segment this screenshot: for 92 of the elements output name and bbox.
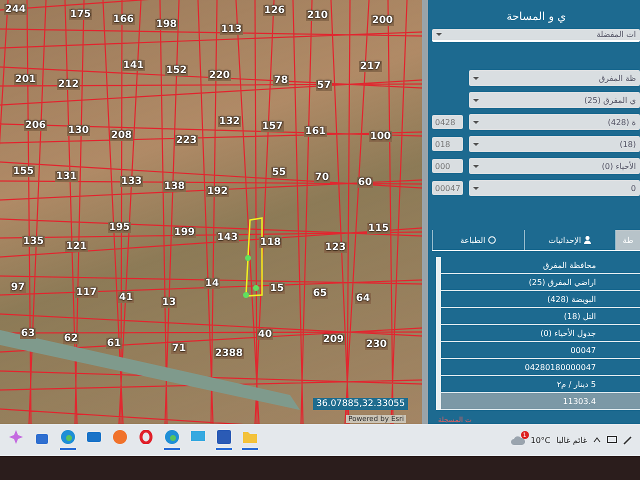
parcel-number: 141 bbox=[122, 60, 145, 71]
code-field[interactable]: 0428 bbox=[432, 115, 463, 129]
result-row[interactable]: 11303.4 bbox=[441, 393, 640, 410]
satellite-map[interactable] bbox=[0, 0, 422, 424]
parcel-number: 175 bbox=[69, 9, 92, 20]
parcel-number: 192 bbox=[206, 186, 229, 197]
parcel-number: 13 bbox=[161, 297, 177, 308]
code-field[interactable]: 00047 bbox=[432, 181, 463, 195]
parcel-number: 40 bbox=[257, 329, 273, 340]
parcel-number: 200 bbox=[371, 15, 394, 26]
parcel-number: 55 bbox=[271, 167, 287, 178]
parcel-number: 198 bbox=[155, 19, 178, 30]
sparkle-icon[interactable] bbox=[9, 430, 23, 444]
favorites-select[interactable]: ات المفضلة bbox=[432, 29, 640, 42]
result-row[interactable]: محافظة المفرق bbox=[441, 257, 640, 274]
ring-icon[interactable] bbox=[139, 430, 153, 444]
parcel-number: 70 bbox=[314, 172, 330, 183]
parcel-number: 230 bbox=[365, 339, 388, 350]
parcel-number: 155 bbox=[12, 166, 35, 177]
parcel-number: 63 bbox=[20, 328, 36, 339]
parcel-number: 130 bbox=[67, 125, 90, 136]
parcel-number: 64 bbox=[355, 293, 371, 304]
parcel-number: 223 bbox=[175, 135, 198, 146]
parcel-number: 117 bbox=[75, 287, 98, 298]
parcel-number: 14 bbox=[204, 278, 220, 289]
parcel-number: 195 bbox=[108, 222, 131, 233]
parcel-number: 206 bbox=[24, 120, 47, 131]
tab[interactable]: الطباعة bbox=[432, 230, 524, 250]
pen-icon[interactable] bbox=[623, 436, 632, 444]
parcel-number: 15 bbox=[269, 283, 285, 294]
parcel-number: 100 bbox=[369, 131, 392, 142]
code-field[interactable]: 018 bbox=[432, 137, 463, 151]
parcel-number: 209 bbox=[322, 334, 345, 345]
parcel-number: 97 bbox=[10, 282, 26, 293]
dropdown[interactable]: ظة المفرق bbox=[469, 70, 640, 86]
cloud-icon[interactable] bbox=[510, 435, 525, 445]
parcel-number: 244 bbox=[4, 4, 27, 15]
parcel-number: 113 bbox=[220, 24, 243, 35]
parcel-number: 166 bbox=[112, 14, 135, 25]
parcel-number: 132 bbox=[218, 116, 241, 127]
parcel-number: 152 bbox=[165, 65, 188, 76]
person-icon bbox=[584, 236, 592, 244]
parcel-number: 133 bbox=[120, 176, 143, 187]
dropdown[interactable]: الأحياء (0) bbox=[469, 158, 640, 174]
parcel-number: 208 bbox=[110, 130, 133, 141]
selected-parcel-outline[interactable] bbox=[243, 217, 263, 298]
result-row[interactable]: التل (18) bbox=[441, 308, 640, 325]
parcel-number: 41 bbox=[118, 292, 134, 303]
dropdown[interactable]: (18) bbox=[469, 136, 640, 152]
dropdown[interactable]: ي المفرق (25) bbox=[469, 92, 640, 108]
globe-icon[interactable] bbox=[61, 430, 75, 444]
result-row[interactable]: البويضة (428) bbox=[441, 291, 640, 308]
parcel-number: 61 bbox=[106, 338, 122, 349]
result-row[interactable]: اراضي المفرق (25) bbox=[441, 274, 640, 291]
parcel-number: 210 bbox=[306, 10, 329, 21]
parcel-number: 71 bbox=[171, 343, 187, 354]
parcel-number: 115 bbox=[367, 223, 390, 234]
parcel-number: 65 bbox=[312, 288, 328, 299]
globe-icon[interactable] bbox=[165, 430, 179, 444]
parcel-number: 118 bbox=[259, 237, 282, 248]
parcel-number: 199 bbox=[173, 227, 196, 238]
parcel-number: 60 bbox=[357, 177, 373, 188]
parcel-number: 78 bbox=[273, 75, 289, 86]
parcel-number: 2388 bbox=[214, 348, 244, 359]
result-row[interactable]: جدول الأحياء (0) bbox=[441, 325, 640, 342]
parcel-number: 217 bbox=[359, 61, 382, 72]
parcel-number: 57 bbox=[316, 80, 332, 91]
result-row[interactable]: 00047 bbox=[441, 342, 640, 359]
parcel-number: 126 bbox=[263, 5, 286, 16]
dropdown[interactable]: 0 bbox=[469, 180, 640, 196]
chevron-up-icon[interactable] bbox=[593, 437, 601, 443]
parcel-number: 161 bbox=[304, 126, 327, 137]
code-field[interactable]: 000 bbox=[432, 159, 463, 173]
result-row[interactable]: 04280180000047 bbox=[441, 359, 640, 376]
temperature[interactable]: 10°C bbox=[530, 436, 550, 444]
parcel-number: 123 bbox=[324, 242, 347, 253]
tab[interactable]: الإحداثيات bbox=[524, 230, 615, 250]
parcel-number: 138 bbox=[163, 181, 186, 192]
parcel-number: 143 bbox=[216, 232, 239, 243]
parcel-number: 157 bbox=[261, 121, 284, 132]
monitor-icon[interactable] bbox=[607, 436, 617, 444]
parcel-number: 131 bbox=[55, 171, 78, 182]
dropdown[interactable]: ة (428) bbox=[469, 114, 640, 130]
parcel-number: 212 bbox=[57, 79, 80, 90]
parcel-number: 62 bbox=[63, 333, 79, 344]
parcel-number: 121 bbox=[65, 241, 88, 252]
parcel-number: 220 bbox=[208, 70, 231, 81]
weather-condition[interactable]: غائم غالبا bbox=[556, 436, 587, 444]
panel-title: ي و المساحة bbox=[505, 10, 567, 23]
parcel-number: 135 bbox=[22, 236, 45, 247]
coordinates-readout: 36.07885,32.33055 bbox=[313, 398, 408, 410]
parcel-number: 201 bbox=[14, 74, 37, 85]
